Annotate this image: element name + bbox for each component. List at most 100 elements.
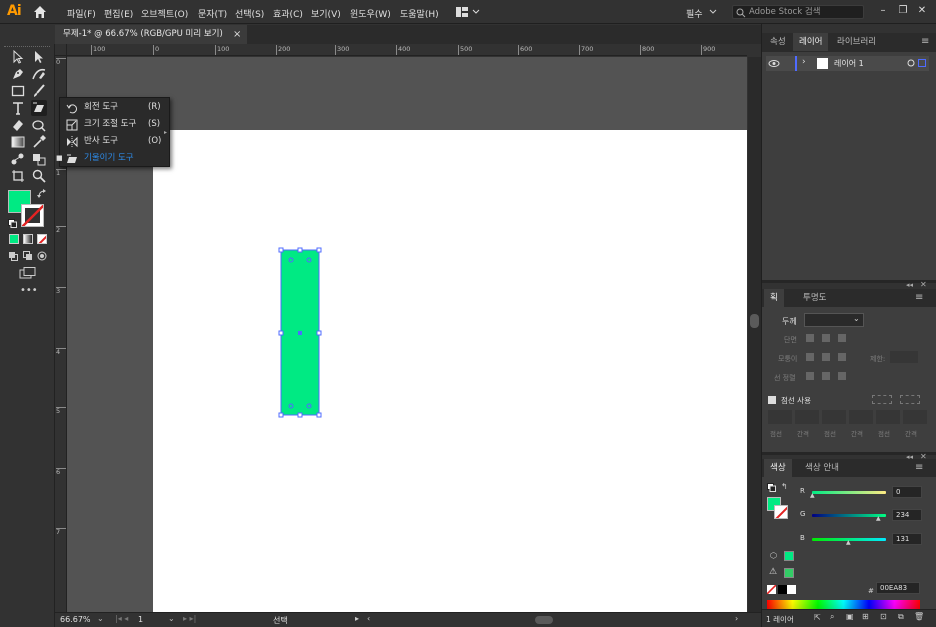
panel-menu-icon[interactable]: ≡ <box>921 36 929 47</box>
toolbar-grip[interactable] <box>4 46 50 48</box>
menu-edit[interactable]: 편집(E) <box>104 7 133 20</box>
blend-tool-icon[interactable] <box>10 151 26 167</box>
tab-stroke[interactable]: 획 <box>764 289 784 307</box>
tab-color-guide[interactable]: 색상 안내 <box>799 459 845 477</box>
menu-type[interactable]: 문자(T) <box>198 7 227 20</box>
more-tools-icon[interactable]: ••• <box>20 286 38 296</box>
collect-layer-icon[interactable]: ⧉ <box>898 612 904 622</box>
close-panel-icon[interactable]: ✕ <box>920 280 927 289</box>
weight-dropdown-icon[interactable]: ⌄ <box>853 314 860 323</box>
corner-round-icon[interactable] <box>822 353 830 361</box>
r-slider-thumb[interactable]: ▲ <box>810 493 815 499</box>
tab-color[interactable]: 색상 <box>764 459 792 477</box>
workspace-switcher[interactable]: 필수 <box>686 7 703 20</box>
screen-mode-icon[interactable] <box>19 267 37 279</box>
limit-field[interactable] <box>890 351 918 363</box>
export-icon[interactable]: ⇱ <box>814 613 821 622</box>
color-panel-menu-icon[interactable]: ≡ <box>915 462 923 473</box>
artboard-dropdown-icon[interactable]: ⌄ <box>168 614 175 623</box>
expand-chevron-icon[interactable]: › <box>802 57 806 67</box>
status-menu-icon[interactable]: ▸ <box>355 614 359 623</box>
gap-field[interactable] <box>849 410 873 424</box>
minimize-button[interactable]: – <box>875 3 891 19</box>
menu-select[interactable]: 선택(S) <box>235 7 264 20</box>
paintbrush-tool-icon[interactable] <box>31 83 47 99</box>
dash-field[interactable] <box>822 410 846 424</box>
tab-transparency[interactable]: 투명도 <box>797 289 832 307</box>
align-inside-icon[interactable] <box>822 372 830 380</box>
current-tool-status[interactable]: 선택 <box>273 615 288 626</box>
swap-colors-icon[interactable]: ↰ <box>781 483 790 492</box>
live-paint-bucket-icon[interactable] <box>31 151 47 167</box>
g-value-field[interactable]: 234 <box>892 509 922 521</box>
flyout-item-scale[interactable]: 크기 조절 도구 (S) <box>60 116 169 133</box>
black-color-icon[interactable] <box>778 585 787 594</box>
vertical-scroll-thumb[interactable] <box>750 314 759 328</box>
gradient-mode-icon[interactable] <box>23 234 33 244</box>
last-artboard-icon[interactable]: ▸ ▸| <box>183 614 196 623</box>
zoom-tool-icon[interactable] <box>31 168 47 184</box>
tab-libraries[interactable]: 라이브러리 <box>831 33 882 51</box>
layer-name[interactable]: 레이어 1 <box>834 58 864 69</box>
draw-normal-icon[interactable] <box>8 251 18 261</box>
gradient-tool-icon[interactable] <box>10 134 26 150</box>
horizontal-ruler[interactable]: 100 0 100 200 300 400 500 600 700 800 90… <box>67 44 747 56</box>
white-color-icon[interactable] <box>787 585 796 594</box>
tab-properties[interactable]: 속성 <box>764 33 792 51</box>
dash-field[interactable] <box>768 410 792 424</box>
resize-handle[interactable] <box>297 412 303 418</box>
layer-row[interactable]: › 레이어 1 <box>766 56 929 71</box>
tearoff-icon[interactable]: ▸ <box>164 130 169 136</box>
stroke-panel-menu-icon[interactable]: ≡ <box>915 292 923 303</box>
first-artboard-icon[interactable]: |◂ ◂ <box>115 614 128 623</box>
out-of-gamut-icon[interactable]: ⬡ <box>770 551 780 561</box>
home-icon[interactable] <box>32 4 48 20</box>
maximize-button[interactable]: ❐ <box>895 3 911 19</box>
menu-file[interactable]: 파일(F) <box>67 7 96 20</box>
resize-handle[interactable] <box>316 330 322 336</box>
dashed-checkbox[interactable] <box>768 396 776 404</box>
corner-bevel-icon[interactable] <box>838 353 846 361</box>
cap-butt-icon[interactable] <box>806 334 814 342</box>
b-value-field[interactable]: 131 <box>892 533 922 545</box>
align-outside-icon[interactable] <box>838 372 846 380</box>
rectangle-tool-icon[interactable] <box>10 83 26 99</box>
menu-help[interactable]: 도움말(H) <box>400 7 439 20</box>
menu-window[interactable]: 윈도우(W) <box>350 7 391 20</box>
resize-handle[interactable] <box>278 412 284 418</box>
shear-tool-icon[interactable] <box>31 100 47 116</box>
collapse-panels-icon[interactable]: ◂◂ <box>906 281 913 289</box>
g-slider[interactable] <box>812 514 886 517</box>
cap-square-icon[interactable] <box>838 334 846 342</box>
zoom-level[interactable]: 66.67% <box>60 615 91 624</box>
menu-view[interactable]: 보기(V) <box>311 7 341 20</box>
default-fill-stroke-icon[interactable] <box>767 483 776 492</box>
stock-search-input[interactable]: Adobe Stock 검색 <box>732 5 864 19</box>
resize-handle[interactable] <box>278 330 284 336</box>
menu-object[interactable]: 오브젝트(O) <box>141 7 188 20</box>
corner-miter-icon[interactable] <box>806 353 814 361</box>
vertical-scrollbar[interactable] <box>748 57 761 612</box>
none-color-icon[interactable] <box>767 585 776 594</box>
cap-round-icon[interactable] <box>822 334 830 342</box>
curvature-tool-icon[interactable] <box>31 66 47 82</box>
dash-preserve-icon[interactable] <box>872 395 892 404</box>
gap-field[interactable] <box>903 410 927 424</box>
resize-handle[interactable] <box>316 412 322 418</box>
r-value-field[interactable]: 0 <box>892 486 922 498</box>
hex-value-field[interactable]: 00EA83 <box>876 582 920 594</box>
pen-tool-icon[interactable] <box>10 66 26 82</box>
dash-field[interactable] <box>876 410 900 424</box>
color-mode-icon[interactable] <box>9 234 19 244</box>
new-layer-icon[interactable]: ⊡ <box>880 612 887 621</box>
menu-effect[interactable]: 효과(C) <box>273 7 303 20</box>
horizontal-scroll-thumb[interactable] <box>535 616 553 624</box>
default-colors-icon[interactable] <box>8 219 17 228</box>
align-center-icon[interactable] <box>806 372 814 380</box>
arrange-documents-icon[interactable] <box>455 6 481 18</box>
flyout-item-rotate[interactable]: 회전 도구 (R) <box>60 99 169 116</box>
swap-fill-stroke-icon[interactable] <box>37 189 47 199</box>
artboard-tool-icon[interactable] <box>10 168 26 184</box>
selection-tool-icon[interactable] <box>10 49 26 65</box>
selection-indicator-icon[interactable] <box>918 59 926 67</box>
